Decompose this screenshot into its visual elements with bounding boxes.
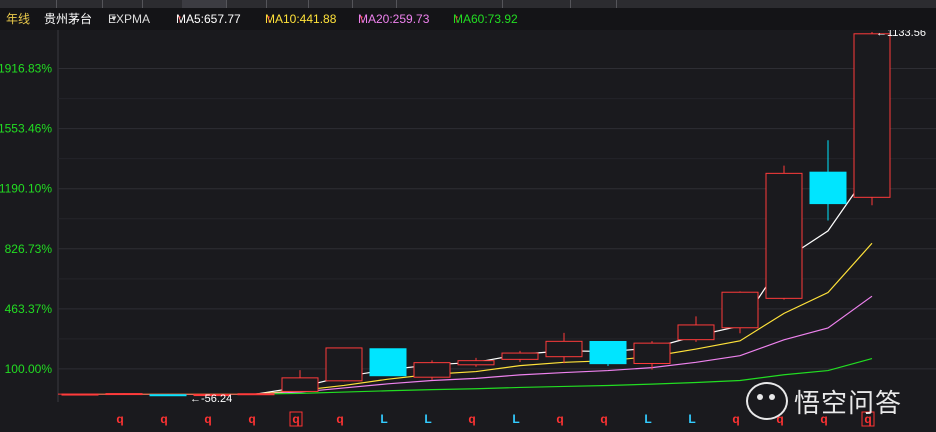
x-marker: L bbox=[688, 412, 695, 426]
tab-2[interactable] bbox=[56, 0, 103, 8]
x-marker: L bbox=[424, 412, 431, 426]
watermark: 悟空问答 bbox=[746, 380, 926, 422]
tab-4[interactable] bbox=[142, 0, 183, 8]
x-marker: q bbox=[468, 412, 475, 426]
candle-body bbox=[325, 347, 363, 382]
arrow-up-icon: ↑ bbox=[177, 13, 183, 25]
chart-header: 年线 贵州茅台 EXPMA ▼ MA5:657.77 ↑ MA10:441.88 ↑ … bbox=[0, 8, 936, 30]
x-marker: q bbox=[248, 412, 255, 426]
candle-body bbox=[765, 172, 803, 299]
grid-lines bbox=[57, 30, 936, 402]
x-marker: q bbox=[116, 412, 123, 426]
ma10-label: MA10:441.88 bbox=[265, 12, 337, 26]
x-marker: q bbox=[292, 412, 299, 426]
y-tick-label: 1916.83% bbox=[0, 62, 52, 76]
candle-body bbox=[589, 340, 627, 365]
x-marker: q bbox=[600, 412, 607, 426]
x-marker: q bbox=[160, 412, 167, 426]
candle-body bbox=[369, 348, 407, 377]
tab-12[interactable] bbox=[570, 0, 617, 8]
candle-body bbox=[149, 394, 187, 397]
wukong-logo-icon bbox=[746, 382, 788, 420]
tab-9[interactable] bbox=[352, 0, 397, 8]
candle-body bbox=[853, 33, 891, 198]
candle-body bbox=[457, 360, 495, 366]
chevron-down-icon: ▼ bbox=[110, 14, 118, 23]
x-marker: q bbox=[336, 412, 343, 426]
x-marker: q bbox=[204, 412, 211, 426]
candles bbox=[58, 31, 891, 397]
ma5-label: MA5:657.77 bbox=[176, 12, 241, 26]
tab-8[interactable] bbox=[308, 0, 353, 8]
watermark-text: 悟空问答 bbox=[794, 388, 903, 418]
arrow-up-icon: ↑ bbox=[454, 13, 460, 25]
x-marker: q bbox=[732, 412, 739, 426]
period-label[interactable]: 年线 bbox=[6, 8, 30, 30]
x-marker: q bbox=[556, 412, 563, 426]
x-marker: L bbox=[644, 412, 651, 426]
candle-body bbox=[413, 362, 451, 378]
tab-year[interactable] bbox=[182, 0, 227, 8]
max-value-label: ←1133.56 bbox=[876, 30, 926, 39]
candle-body bbox=[501, 352, 539, 360]
y-tick-label: 1190.10% bbox=[0, 182, 52, 196]
candle-body bbox=[809, 171, 847, 205]
candle-body bbox=[633, 342, 671, 364]
candle-body bbox=[237, 393, 275, 396]
stock-name: 贵州茅台 bbox=[44, 12, 93, 26]
ma60-label: MA60:73.92 bbox=[453, 12, 518, 26]
candle-body bbox=[721, 291, 759, 329]
min-value-label: ←-56.24 bbox=[190, 393, 232, 405]
tab-3[interactable] bbox=[102, 0, 143, 8]
arrow-up-icon: ↑ bbox=[266, 13, 272, 25]
y-tick-label: 826.73% bbox=[5, 242, 53, 256]
x-marker: L bbox=[512, 412, 519, 426]
y-axis-labels: 1916.83% 1553.46% 1190.10% 826.73% 463.37% 10… bbox=[0, 62, 52, 376]
tab-6[interactable] bbox=[226, 0, 267, 8]
y-tick-label: 1553.46% bbox=[0, 122, 52, 136]
candle-body bbox=[61, 393, 99, 396]
top-tab-bar bbox=[0, 0, 936, 8]
tab-7[interactable] bbox=[266, 0, 309, 8]
ma20-label: MA20:259.73 bbox=[358, 12, 430, 26]
y-tick-label: 100.00% bbox=[5, 362, 53, 376]
candle-body bbox=[105, 393, 143, 396]
tab-10[interactable] bbox=[396, 0, 503, 8]
tab-11[interactable] bbox=[502, 0, 571, 8]
candlestick-chart[interactable]: 1916.83% 1553.46% 1190.10% 826.73% 463.37% 10… bbox=[0, 30, 936, 432]
arrow-up-icon: ↑ bbox=[359, 13, 365, 25]
y-tick-label: 463.37% bbox=[5, 302, 53, 316]
candle-body bbox=[677, 324, 715, 341]
candle-body bbox=[281, 377, 319, 392]
x-marker: L bbox=[380, 412, 387, 426]
tab-1[interactable] bbox=[0, 0, 57, 8]
candle-body bbox=[545, 340, 583, 358]
